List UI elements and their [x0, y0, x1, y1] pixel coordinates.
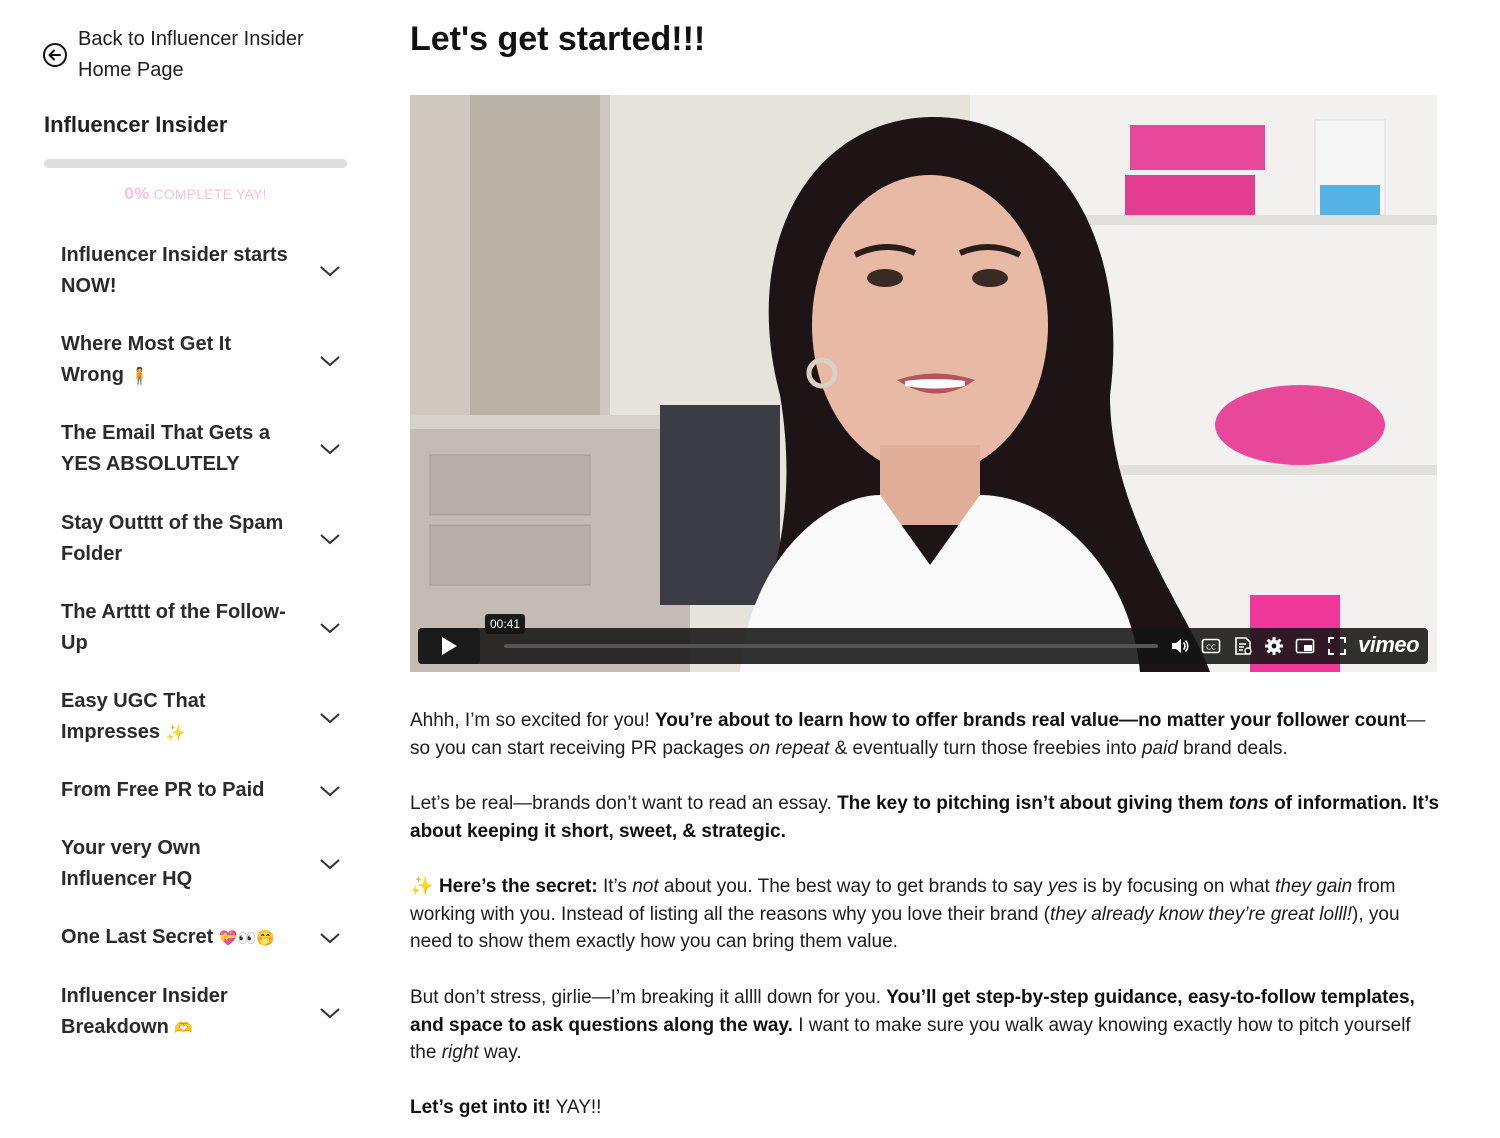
back-to-home-link[interactable]: Back to Influencer Insider Home Page: [42, 24, 318, 86]
module-label: Your very Own Influencer HQ: [61, 837, 201, 890]
module-label: Stay Outttt of the Spam Folder: [61, 512, 284, 565]
video-controls-bar: CC vimeo: [418, 628, 1428, 664]
chevron-down-icon: [320, 1007, 340, 1018]
chevron-down-icon: [320, 933, 340, 944]
guidance-paragraph: But don’t stress, girlie—I’m breaking it…: [410, 987, 1415, 1063]
chevron-down-icon: [320, 534, 340, 545]
transcript-icon[interactable]: [1233, 636, 1253, 656]
module-item-from-free-pr-to-paid[interactable]: From Free PR to Paid: [61, 775, 341, 806]
sparkles-emoji: ✨: [165, 725, 186, 742]
module-item-stay-out-of-spam-folder[interactable]: Stay Outttt of the Spam Folder: [61, 508, 341, 570]
sparkles-emoji: ✨: [410, 876, 434, 897]
progress-suffix: COMPLETE YAY!: [149, 186, 267, 202]
course-progress-bar: [44, 159, 347, 168]
video-frame-image: [410, 95, 1437, 672]
module-item-your-very-own-influencer-hq[interactable]: Your very Own Influencer HQ: [61, 833, 341, 895]
course-title: Influencer Insider: [44, 112, 228, 137]
chevron-down-icon: [320, 859, 340, 870]
course-sidebar: Back to Influencer Insider Home Page Inf…: [0, 0, 380, 1138]
progress-percent: 0%: [124, 184, 150, 203]
back-link-label: Back to Influencer Insider Home Page: [78, 28, 304, 81]
module-label: From Free PR to Paid: [61, 779, 265, 801]
chevron-down-icon: [320, 266, 340, 277]
chevron-down-icon: [320, 712, 340, 723]
person-emoji: 🧍: [129, 368, 150, 385]
secret-paragraph: ✨ Here’s the secret: It’s not about you.…: [410, 876, 1400, 952]
play-button[interactable]: [418, 628, 480, 664]
chevron-down-icon: [320, 623, 340, 634]
fullscreen-icon[interactable]: [1327, 636, 1347, 656]
progress-status: 0% COMPLETE YAY!: [44, 184, 347, 204]
module-label: Influencer Insider Breakdown 🫶: [61, 985, 228, 1038]
module-item-influencer-insider-breakdown[interactable]: Influencer Insider Breakdown 🫶: [61, 981, 341, 1044]
heart-hands-emoji: 🫶: [174, 1020, 194, 1037]
intro-paragraph: Ahhh, I’m so excited for you! You’re abo…: [410, 710, 1426, 759]
module-label: One Last Secret 💝👀🤭: [61, 926, 275, 948]
module-item-easy-ugc-that-impresses[interactable]: Easy UGC That Impresses ✨: [61, 686, 341, 749]
module-label: Where Most Get It Wrong 🧍: [61, 333, 232, 386]
module-item-art-of-the-follow-up[interactable]: The Artttt of the Follow-Up: [61, 597, 341, 659]
picture-in-picture-icon[interactable]: [1295, 636, 1315, 656]
module-label: Easy UGC That Impresses ✨: [61, 690, 206, 743]
chevron-down-icon: [320, 444, 340, 455]
volume-icon[interactable]: [1170, 636, 1190, 656]
lesson-title: Let's get started!!!: [410, 20, 706, 58]
module-item-the-email-that-gets-a-yes[interactable]: The Email That Gets a YES ABSOLUTELY: [61, 418, 341, 480]
arrow-left-circle-icon: [43, 43, 67, 67]
captions-icon[interactable]: CC: [1201, 636, 1221, 656]
settings-icon[interactable]: [1264, 636, 1284, 656]
module-label: Influencer Insider starts NOW!: [61, 244, 288, 297]
module-item-one-last-secret[interactable]: One Last Secret 💝👀🤭: [61, 922, 341, 954]
vimeo-logo[interactable]: vimeo: [1358, 632, 1420, 658]
chevron-down-icon: [320, 785, 340, 796]
video-scrubber[interactable]: [504, 644, 1158, 648]
module-label: The Artttt of the Follow-Up: [61, 601, 286, 654]
video-player[interactable]: 00:41 CC vimeo: [410, 95, 1437, 672]
module-label: The Email That Gets a YES ABSOLUTELY: [61, 422, 270, 475]
module-item-where-most-get-it-wrong[interactable]: Where Most Get It Wrong 🧍: [61, 329, 341, 392]
pitching-paragraph: Let’s be real—brands don’t want to read …: [410, 793, 1440, 842]
svg-text:CC: CC: [1206, 644, 1216, 652]
play-icon: [442, 637, 457, 655]
module-item-influencer-insider-starts-now[interactable]: Influencer Insider starts NOW!: [61, 240, 341, 302]
chevron-down-icon: [320, 355, 340, 366]
closing-paragraph: Let’s get into it! YAY!!: [410, 1097, 602, 1118]
heart-eyes-shush-emoji: 💝👀🤭: [218, 930, 275, 947]
